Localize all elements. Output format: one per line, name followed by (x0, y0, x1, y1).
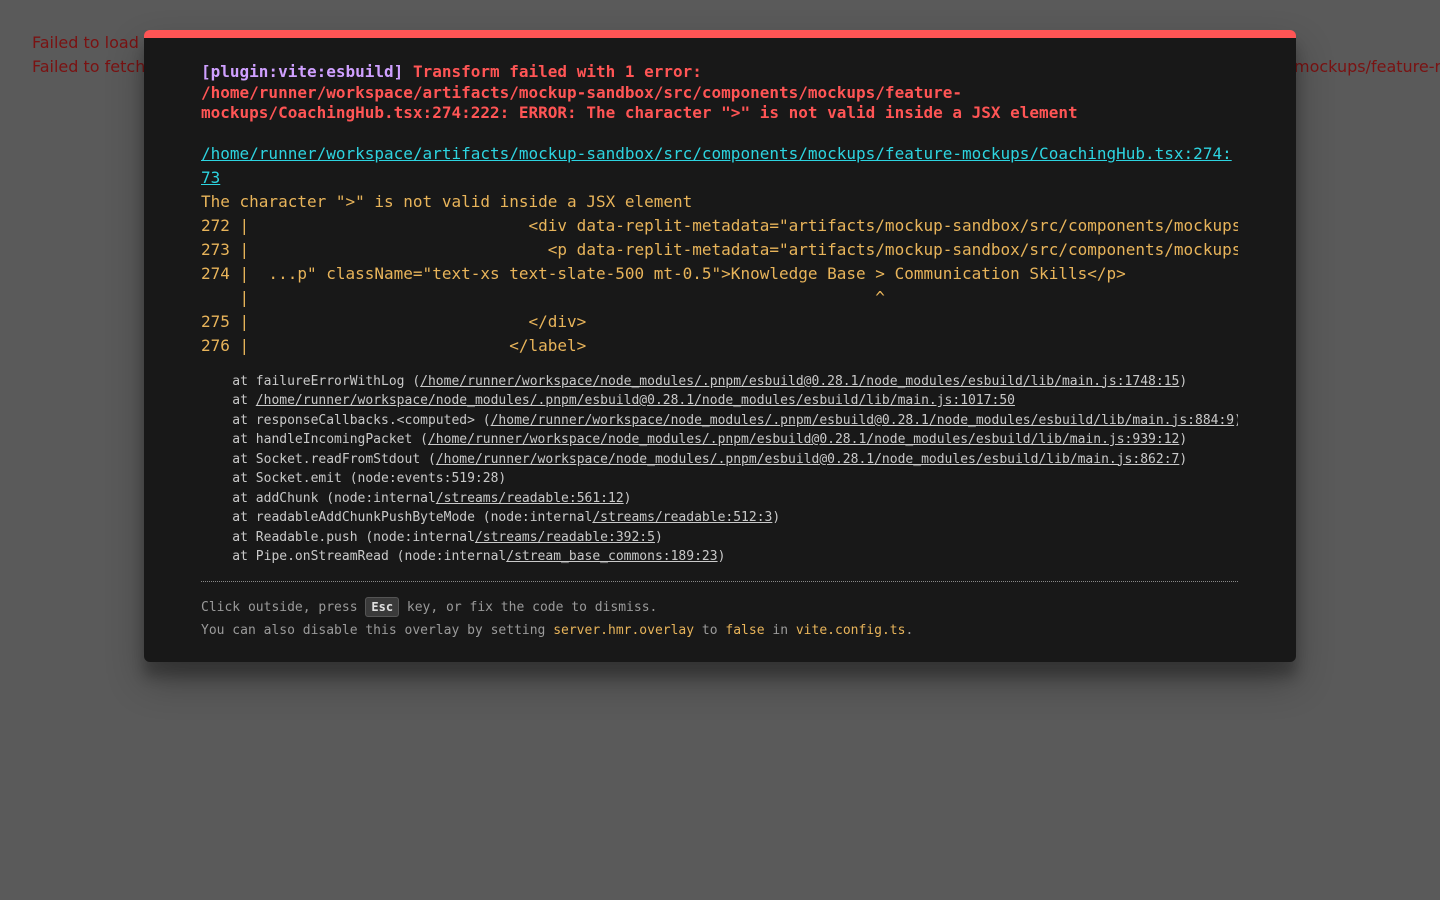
stack-frame-link[interactable]: /home/runner/workspace/node_modules/.pnp… (436, 452, 1180, 467)
stack-frame-link[interactable]: /home/runner/workspace/node_modules/.pnp… (428, 432, 1179, 447)
tip-line-2: You can also disable this overlay by set… (201, 619, 1238, 642)
esc-key: Esc (365, 596, 400, 617)
error-file-link[interactable]: /home/runner/workspace/artifacts/mockup-… (201, 142, 1238, 190)
stack-frame: at readableAddChunkPushByteMode (node:in… (201, 508, 1238, 528)
code-frame-line: 276 | </label> (201, 335, 587, 355)
tip-text: in (764, 622, 796, 638)
stack-frame-text: at addChunk (node:internal (201, 490, 436, 506)
error-window: [plugin:vite:esbuild] Transform failed w… (201, 62, 1238, 642)
stack-frame: at addChunk (node:internal/streams/reada… (201, 489, 1238, 509)
error-message: [plugin:vite:esbuild] Transform failed w… (201, 62, 1238, 124)
stack-frame-text: ) (1179, 451, 1188, 467)
config-file: vite.config.ts (795, 622, 906, 638)
stack-frame-text: ) (1179, 373, 1188, 389)
stack-frame-text: at Readable.push (node:internal (201, 529, 475, 545)
divider (201, 580, 1238, 582)
stack-frame-link[interactable]: /home/runner/workspace/node_modules/.pnp… (256, 393, 1015, 408)
stack-frame: at handleIncomingPacket (/home/runner/wo… (201, 430, 1238, 450)
setting-name: server.hmr.overlay (553, 622, 695, 638)
stack-frame-link[interactable]: /stream_base_commons:189:23 (506, 549, 717, 564)
tip-text: to (694, 622, 726, 638)
stack-frame-link[interactable]: /home/runner/workspace/node_modules/.pnp… (420, 374, 1179, 389)
stack-frame: at /home/runner/workspace/node_modules/.… (201, 391, 1238, 411)
stack-frame-text: at failureErrorWithLog ( (201, 373, 421, 389)
stack-frame: at failureErrorWithLog (/home/runner/wor… (201, 372, 1238, 392)
code-frame-line: | ^ (201, 287, 885, 307)
stack-frame: at responseCallbacks.<computed> (/home/r… (201, 411, 1238, 431)
stack-frame-text: at readableAddChunkPushByteMode (node:in… (201, 510, 593, 525)
code-frame: The character ">" is not valid inside a … (201, 190, 1238, 358)
stack-frame-text: ) (772, 510, 781, 525)
error-plugin: [plugin:vite:esbuild] (201, 62, 404, 81)
tip-line-1: Click outside, press Esc key, or fix the… (201, 596, 1238, 619)
code-frame-line: 272 | <div data-replit-metadata="artifac… (201, 215, 1238, 235)
code-frame-line: The character ">" is not valid inside a … (201, 191, 693, 211)
stack-frame-text: ) (1234, 413, 1238, 428)
code-frame-line: 275 | </div> (201, 311, 587, 331)
stack-frame-text: ) (654, 529, 663, 545)
dismiss-tip: Click outside, press Esc key, or fix the… (201, 596, 1238, 642)
vite-error-overlay: [plugin:vite:esbuild] Transform failed w… (144, 30, 1296, 662)
stack-frame-text: at Pipe.onStreamRead (node:internal (201, 549, 507, 564)
stack-frame-link[interactable]: /streams/readable:561:12 (436, 491, 624, 506)
tip-text: . (905, 622, 914, 638)
stack-frame-text: ) (1179, 432, 1188, 447)
stack-frame: at Socket.emit (node:events:519:28) (201, 469, 1238, 489)
stack-frame: at Socket.readFromStdout (/home/runner/w… (201, 450, 1238, 470)
background-error-path-fragment: mockups/feature-m (1294, 57, 1440, 76)
stack-frame-text: at Socket.readFromStdout ( (201, 451, 436, 467)
stack-frame: at Pipe.onStreamRead (node:internal/stre… (201, 547, 1238, 567)
stack-frame-text: at responseCallbacks.<computed> ( (201, 412, 491, 428)
stack-frame-text: at Socket.emit (node:events:519:28) (201, 471, 507, 486)
stack-frame-text: at handleIncomingPacket ( (201, 432, 428, 447)
stack-frame-link[interactable]: /home/runner/workspace/node_modules/.pnp… (491, 413, 1235, 428)
stack-frame-text: ) (717, 549, 726, 564)
stack-frame-text: at (201, 393, 256, 408)
background-error-line-2: Failed to fetch (32, 57, 146, 76)
code-frame-line: 273 | <p data-replit-metadata="artifacts… (201, 239, 1238, 259)
tip-text: You can also disable this overlay by set… (201, 622, 554, 638)
stack-frame-text: ) (623, 490, 632, 506)
tip-text: key, or fix the code to dismiss. (399, 599, 658, 615)
stack-trace: at failureErrorWithLog (/home/runner/wor… (201, 372, 1238, 567)
stack-frame: at Readable.push (node:internal/streams/… (201, 528, 1238, 548)
background-error-line-1: Failed to load (32, 33, 139, 52)
setting-value: false (725, 622, 765, 638)
tip-text: Click outside, press (201, 599, 366, 615)
code-frame-line: 274 | ...p" className="text-xs text-slat… (201, 263, 1126, 283)
stack-frame-link[interactable]: /streams/readable:512:3 (592, 510, 772, 525)
stack-frame-link[interactable]: /streams/readable:392:5 (475, 530, 655, 545)
